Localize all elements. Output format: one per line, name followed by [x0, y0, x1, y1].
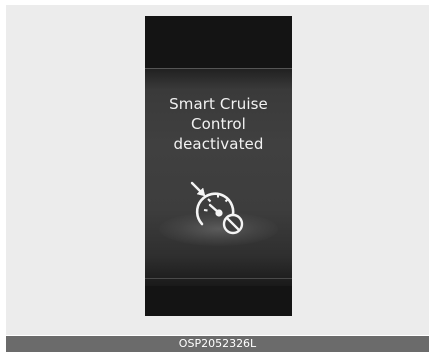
prohibited-icon: [222, 213, 244, 235]
page: Smart Cruise Control deactivated OSP2052…: [0, 0, 437, 352]
cluster-display: Smart Cruise Control deactivated: [145, 16, 292, 316]
arrow-icon: [190, 181, 206, 197]
message-line-2: Control: [191, 115, 246, 133]
message-line-1: Smart Cruise: [169, 95, 268, 113]
caption-bar: OSP2052326L: [6, 336, 429, 352]
band-top-divider: [145, 68, 292, 69]
smart-cruise-control-deactivated-icon: [190, 181, 244, 235]
status-message: Smart Cruise Control deactivated: [145, 94, 292, 154]
band-bottom-divider: [145, 278, 292, 279]
message-line-3: deactivated: [173, 135, 264, 153]
image-code: OSP2052326L: [178, 337, 257, 350]
